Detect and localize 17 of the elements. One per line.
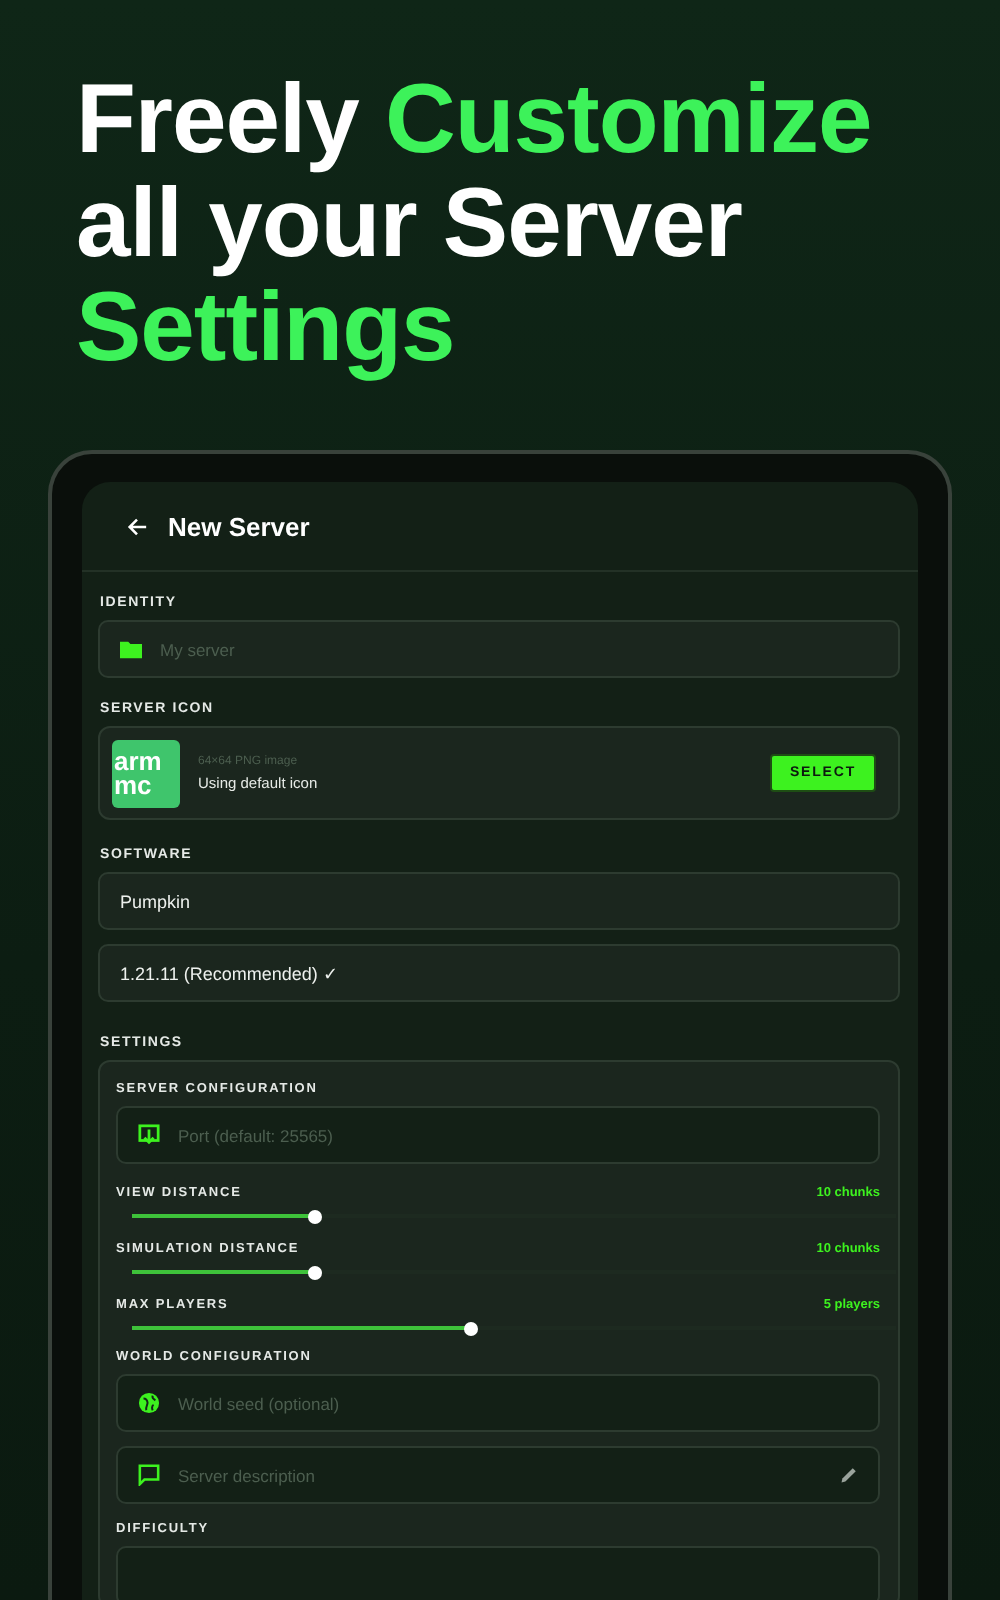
software-field[interactable]: 1.21.11 (Recommended) ✓ [98, 944, 900, 1002]
pencil-icon[interactable] [840, 1466, 858, 1484]
globe-icon [138, 1392, 160, 1414]
logo-text: arm [114, 749, 162, 773]
folder-icon [120, 638, 142, 660]
name-field[interactable]: My server [98, 620, 900, 678]
port-field[interactable]: Port (default: 25565) [116, 1106, 880, 1164]
description-field[interactable]: Server description [116, 1446, 880, 1504]
screen-title: New Server [168, 511, 310, 541]
seed-field[interactable]: World seed (optional) [116, 1374, 880, 1432]
back-arrow-icon[interactable] [126, 515, 148, 537]
software-field[interactable]: Pumpkin [98, 872, 900, 930]
logo-text: mc [114, 773, 152, 797]
headline: Freely Customize all your Server Settings [76, 68, 872, 380]
monitor-download-icon [138, 1124, 160, 1146]
chat-bubble-icon [138, 1464, 160, 1486]
difficulty-field[interactable] [116, 1546, 880, 1600]
